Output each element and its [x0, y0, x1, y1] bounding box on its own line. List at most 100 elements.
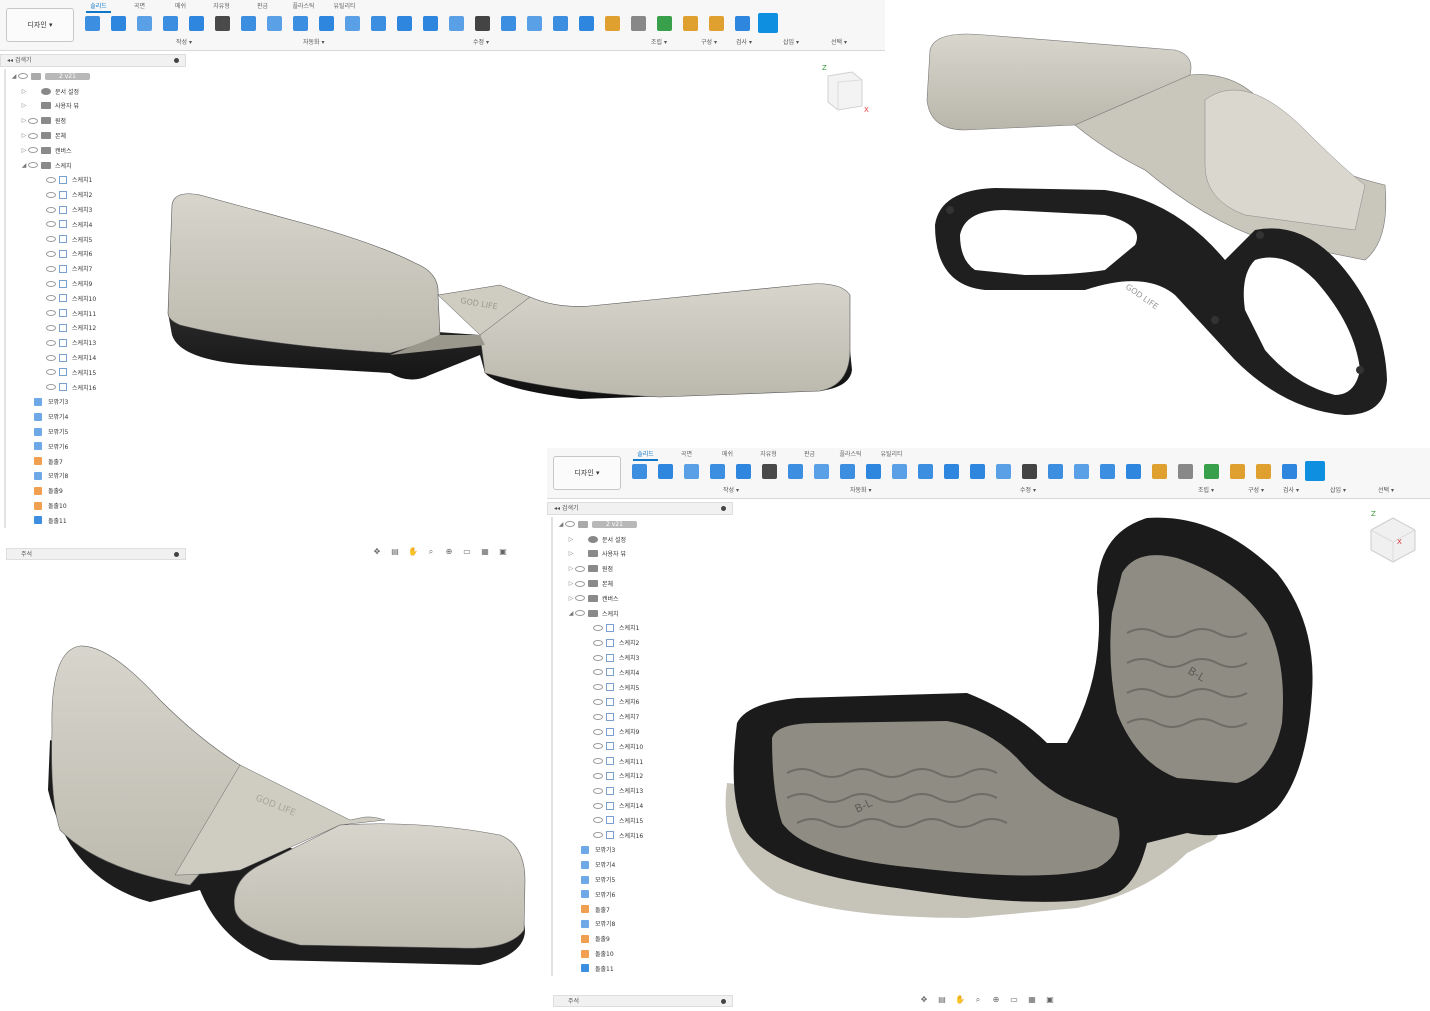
tree-sketch-item[interactable]: 스케치15: [553, 813, 733, 828]
tree-item[interactable]: ▷ 원점: [553, 561, 733, 576]
tab-solid-2[interactable]: 솔리드: [625, 449, 666, 461]
tree-sketch-item[interactable]: 스케치2: [553, 635, 733, 650]
tree-feature-item[interactable]: 모깎기3: [6, 395, 186, 410]
draft-icon[interactable]: [524, 13, 545, 34]
press-pull-icon[interactable]: [863, 461, 884, 482]
combine-icon[interactable]: [967, 461, 988, 482]
tree-feature-item[interactable]: 모깎기4: [553, 857, 733, 872]
workspace-switcher-2[interactable]: 디자인 ▾: [553, 456, 621, 490]
tab-form[interactable]: 자유형: [201, 1, 242, 13]
select-icon[interactable]: [758, 13, 779, 34]
fit-icon-2[interactable]: ⊕: [989, 995, 1003, 1005]
tab-mesh[interactable]: 메쉬: [160, 1, 201, 13]
tab-mesh-2[interactable]: 메쉬: [707, 449, 748, 461]
tree-sketch-item[interactable]: 스케치12: [553, 769, 733, 784]
fit-icon[interactable]: ⊕: [442, 547, 456, 557]
tree-item[interactable]: ▷ 본체: [6, 128, 186, 143]
tree-sketch-item[interactable]: 스케치10: [6, 291, 186, 306]
loft-icon[interactable]: [759, 461, 780, 482]
tree-sketch-item[interactable]: 스케치15: [6, 365, 186, 380]
comments-toggle-icon[interactable]: [174, 552, 179, 557]
group-insert[interactable]: 삽입 ▾: [783, 37, 799, 46]
tree-feature-item[interactable]: 돌출11: [553, 961, 733, 976]
revolve-icon[interactable]: [134, 13, 155, 34]
tab-sheet-metal[interactable]: 판금: [242, 1, 283, 13]
tab-solid[interactable]: 솔리드: [78, 1, 119, 13]
group-modify[interactable]: 수정 ▾: [473, 37, 489, 46]
tree-sketch-item[interactable]: 스케치4: [553, 665, 733, 680]
group-assemble[interactable]: 조립 ▾: [651, 37, 667, 46]
tree-sketch-item[interactable]: 스케치14: [553, 798, 733, 813]
tab-surface[interactable]: 곡면: [119, 1, 160, 13]
sketch-icon[interactable]: [82, 13, 103, 34]
grid-icon[interactable]: ▦: [478, 547, 492, 557]
combine-icon[interactable]: [420, 13, 441, 34]
tab-utilities[interactable]: 유틸리티: [324, 1, 365, 13]
tree-feature-item[interactable]: 돌출7: [553, 902, 733, 917]
group-create-2[interactable]: 작성 ▾: [723, 485, 739, 494]
tree-feature-item[interactable]: 모깎기3: [553, 843, 733, 858]
revolve-icon[interactable]: [681, 461, 702, 482]
zoom-icon[interactable]: ⌕: [424, 547, 438, 557]
tree-feature-item[interactable]: 돌출10: [6, 498, 186, 513]
decal-icon[interactable]: [732, 13, 753, 34]
group-select-2[interactable]: 선택 ▾: [1378, 485, 1394, 494]
tree-sketch-item[interactable]: 스케치1: [553, 621, 733, 636]
zoom-icon-2[interactable]: ⌕: [971, 995, 985, 1005]
tree-feature-item[interactable]: 돌출9: [6, 483, 186, 498]
new-component-icon[interactable]: [602, 13, 623, 34]
measure-icon[interactable]: [680, 13, 701, 34]
tree-sketch-item[interactable]: 스케치16: [6, 380, 186, 395]
chamfer-icon[interactable]: [915, 461, 936, 482]
tree-item[interactable]: ◢ 스케치: [6, 158, 186, 173]
tree-sketch-item[interactable]: 스케치10: [553, 739, 733, 754]
tree-sketch-item[interactable]: 스케치1: [6, 173, 186, 188]
hole-icon[interactable]: [238, 13, 259, 34]
tree-item[interactable]: ▷ 본체: [553, 576, 733, 591]
insert-mesh-icon[interactable]: [1253, 461, 1274, 482]
comments-toggle-icon-2[interactable]: [721, 999, 726, 1004]
tab-sheet-metal-2[interactable]: 판금: [789, 449, 830, 461]
tree-item[interactable]: ▷ 사용자 뷰: [6, 99, 186, 114]
fillet-icon[interactable]: [342, 13, 363, 34]
group-insert-2[interactable]: 삽입 ▾: [1330, 485, 1346, 494]
tree-sketch-item[interactable]: 스케치12: [6, 321, 186, 336]
group-construct[interactable]: 구성 ▾: [701, 37, 717, 46]
tree-feature-item[interactable]: 모깎기8: [6, 469, 186, 484]
tree-sketch-item[interactable]: 스케치4: [6, 217, 186, 232]
tree-item[interactable]: ▷ 문서 설정: [553, 532, 733, 547]
thicken-icon[interactable]: [264, 13, 285, 34]
group-inspect[interactable]: 검사 ▾: [736, 37, 752, 46]
tree-sketch-item[interactable]: 스케치11: [553, 754, 733, 769]
tree-feature-item[interactable]: 돌출10: [553, 946, 733, 961]
grid-icon-2[interactable]: ▦: [1025, 995, 1039, 1005]
tree-sketch-item[interactable]: 스케치2: [6, 187, 186, 202]
loft-icon[interactable]: [212, 13, 233, 34]
sweep-icon[interactable]: [733, 461, 754, 482]
orbit-icon[interactable]: ✥: [370, 547, 384, 557]
tree-item[interactable]: ▷ 캔버스: [553, 591, 733, 606]
tree-feature-item[interactable]: 모깎기8: [553, 917, 733, 932]
tree-sketch-item[interactable]: 스케치13: [6, 335, 186, 350]
chamfer-icon[interactable]: [368, 13, 389, 34]
tab-surface-2[interactable]: 곡면: [666, 449, 707, 461]
sweep-icon[interactable]: [186, 13, 207, 34]
pan-icon-2[interactable]: ✋: [953, 995, 967, 1005]
new-component-icon[interactable]: [1149, 461, 1170, 482]
tree-sketch-item[interactable]: 스케치7: [6, 261, 186, 276]
pattern-icon[interactable]: [160, 13, 181, 34]
tab-plastic-2[interactable]: 플라스틱: [830, 449, 871, 461]
shell-icon[interactable]: [394, 13, 415, 34]
shell-icon[interactable]: [941, 461, 962, 482]
tree-sketch-item[interactable]: 스케치3: [553, 650, 733, 665]
tree-item[interactable]: ▷ 사용자 뷰: [553, 547, 733, 562]
scale-icon[interactable]: [1045, 461, 1066, 482]
automate-icon[interactable]: [290, 13, 311, 34]
pan-icon[interactable]: ✋: [406, 547, 420, 557]
split-icon[interactable]: [993, 461, 1014, 482]
viewports-icon-2[interactable]: ▣: [1043, 995, 1057, 1005]
group-inspect-2[interactable]: 검사 ▾: [1283, 485, 1299, 494]
tree-sketch-item[interactable]: 스케치6: [6, 247, 186, 262]
tree-feature-item[interactable]: 모깎기4: [6, 409, 186, 424]
tree-feature-item[interactable]: 돌출9: [553, 931, 733, 946]
